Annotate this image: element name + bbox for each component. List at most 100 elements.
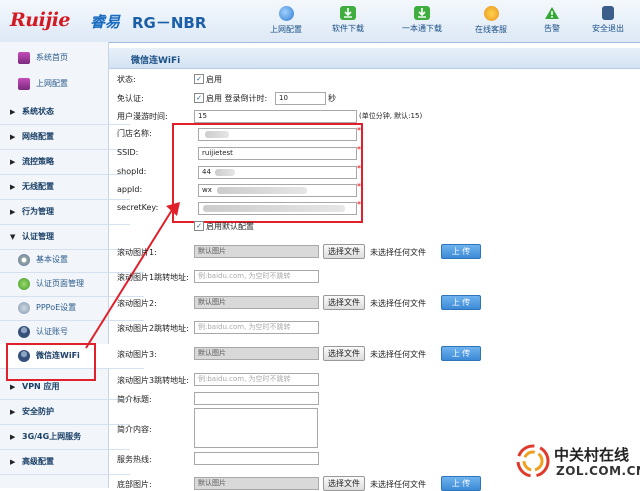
nav-network-config[interactable]: 上网配置 xyxy=(254,0,318,42)
required-mark: * xyxy=(357,145,361,154)
roam-time-label: 用户漫游时间: xyxy=(117,112,168,121)
scroll-image-2-label: 滚动图片2: xyxy=(117,299,157,308)
intro-title-input[interactable] xyxy=(194,392,319,405)
nav-software-download[interactable]: 软件下载 xyxy=(316,0,380,42)
redacted-value xyxy=(217,187,307,194)
page-title-bar: 微信连WiFi xyxy=(109,48,640,69)
free-auth-checkbox[interactable]: ✓ xyxy=(194,92,204,103)
watermark-cn: 中关村在线 xyxy=(554,446,630,464)
required-mark: * xyxy=(357,200,361,209)
store-name-input[interactable] xyxy=(198,128,357,141)
monitor-icon xyxy=(18,78,30,90)
watermark-en: ZOL.COM.CN xyxy=(556,464,640,478)
download-icon xyxy=(340,6,356,20)
caret-right-icon: ▶ xyxy=(10,458,16,466)
countdown-unit: 秒 xyxy=(328,94,336,103)
header-bar: Ruijie 睿易 RG－NBR 上网配置 软件下载 一本通下载 在线客服 告警… xyxy=(0,0,640,43)
default-config-checkbox[interactable]: ✓ xyxy=(194,220,204,231)
scroll-image-2-url-input[interactable]: 例:baidu.com, 为空时不跳转 xyxy=(194,321,319,334)
free-auth-enable[interactable]: ✓ 启用 登录倒计时: xyxy=(194,92,267,104)
required-mark: * xyxy=(357,164,361,173)
status-enable[interactable]: ✓ 启用 xyxy=(194,73,222,85)
ssid-input[interactable]: ruijietest xyxy=(198,147,357,160)
page-title: 微信连WiFi xyxy=(131,56,181,66)
appid-label: appId: xyxy=(117,185,143,194)
ruijie-logo: Ruijie xyxy=(10,9,71,31)
ssid-label: SSID: xyxy=(117,148,139,157)
caret-down-icon: ▼ xyxy=(10,233,16,241)
roam-time-hint: (单位分钟, 默认:15) xyxy=(359,112,423,120)
scroll-image-2-input: 默认图片 xyxy=(194,296,319,309)
bottom-image-input: 默认图片 xyxy=(194,477,319,490)
logout-icon xyxy=(602,6,614,20)
caret-right-icon: ▶ xyxy=(10,158,16,166)
zol-logo-icon xyxy=(516,444,550,478)
store-name-label: 门店名称: xyxy=(117,129,152,138)
no-file-text: 未选择任何文件 xyxy=(370,299,426,308)
nav-logout[interactable]: 安全退出 xyxy=(576,0,640,42)
scroll-image-3-url-label: 滚动图片3跳转地址: xyxy=(117,376,189,385)
main-panel: 微信连WiFi 状态: ✓ 启用 免认证: ✓ 启用 登录倒计时: 10 秒 用户漫… xyxy=(109,42,640,491)
secretkey-label: secretKey: xyxy=(117,203,159,212)
caret-right-icon: ▶ xyxy=(10,108,16,116)
choose-file-button[interactable]: 选择文件 xyxy=(323,476,365,491)
intro-content-textarea[interactable] xyxy=(194,408,318,448)
caret-right-icon: ▶ xyxy=(10,208,16,216)
nav-online-support[interactable]: 在线客服 xyxy=(459,0,523,42)
upload-button[interactable]: 上 传 xyxy=(441,476,481,491)
free-auth-label: 免认证: xyxy=(117,94,144,103)
upload-button[interactable]: 上 传 xyxy=(441,346,481,361)
required-mark: * xyxy=(357,182,361,191)
appid-input[interactable]: wx xyxy=(198,184,357,197)
required-mark: * xyxy=(357,126,361,135)
intro-title-label: 简介标题: xyxy=(117,395,152,404)
support-icon xyxy=(483,6,499,21)
choose-file-button[interactable]: 选择文件 xyxy=(323,346,365,361)
globe-icon xyxy=(278,6,294,21)
gear-icon xyxy=(18,254,30,266)
hotline-label: 服务热线: xyxy=(117,455,152,464)
status-checkbox[interactable]: ✓ xyxy=(194,73,204,84)
caret-right-icon: ▶ xyxy=(10,433,16,441)
nav-alarm[interactable]: 告警 xyxy=(520,0,584,42)
upload-button[interactable]: 上 传 xyxy=(441,244,481,259)
scroll-image-1-url-input[interactable]: 例:baidu.com, 为空时不跳转 xyxy=(194,270,319,283)
no-file-text: 未选择任何文件 xyxy=(370,480,426,489)
scroll-image-1-input: 默认图片 xyxy=(194,245,319,258)
shopid-input[interactable]: 44 xyxy=(198,166,357,179)
scroll-image-3-url-input[interactable]: 例:baidu.com, 为空时不跳转 xyxy=(194,373,319,386)
scroll-image-3-label: 滚动图片3: xyxy=(117,350,157,359)
ruiyi-logo: 睿易 xyxy=(90,13,121,31)
secretkey-input[interactable] xyxy=(198,202,357,215)
caret-right-icon: ▶ xyxy=(10,183,16,191)
zol-watermark: 中关村在线 ZOL.COM.CN xyxy=(512,436,640,488)
scroll-image-2-url-label: 滚动图片2跳转地址: xyxy=(117,324,189,333)
no-file-text: 未选择任何文件 xyxy=(370,350,426,359)
scroll-image-3-input: 默认图片 xyxy=(194,347,319,360)
page-icon xyxy=(18,278,30,290)
caret-right-icon: ▶ xyxy=(10,133,16,141)
nav-manual-download[interactable]: 一本通下载 xyxy=(390,0,454,42)
download-icon xyxy=(414,6,430,20)
default-config-toggle[interactable]: ✓ 启用默认配置 xyxy=(194,220,254,232)
scroll-image-1-label: 滚动图片1: xyxy=(117,248,157,257)
bottom-image-label: 底部图片: xyxy=(117,480,152,489)
monitor-icon xyxy=(18,52,30,64)
redacted-value xyxy=(203,205,345,212)
choose-file-button[interactable]: 选择文件 xyxy=(323,295,365,310)
roam-time-input[interactable]: 15 xyxy=(194,110,357,123)
upload-button[interactable]: 上 传 xyxy=(441,295,481,310)
pppoe-icon xyxy=(18,302,30,314)
warning-icon xyxy=(544,6,560,20)
choose-file-button[interactable]: 选择文件 xyxy=(323,244,365,259)
device-model: RG－NBR xyxy=(132,14,207,32)
shopid-label: shopId: xyxy=(117,167,147,176)
redacted-value xyxy=(215,169,235,176)
intro-content-label: 简介内容: xyxy=(117,425,152,434)
countdown-input[interactable]: 10 xyxy=(275,92,326,105)
redacted-value xyxy=(205,131,229,138)
hotline-input[interactable] xyxy=(194,452,319,465)
scroll-image-1-url-label: 滚动图片1跳转地址: xyxy=(117,273,189,282)
no-file-text: 未选择任何文件 xyxy=(370,248,426,257)
user-icon xyxy=(18,326,30,338)
